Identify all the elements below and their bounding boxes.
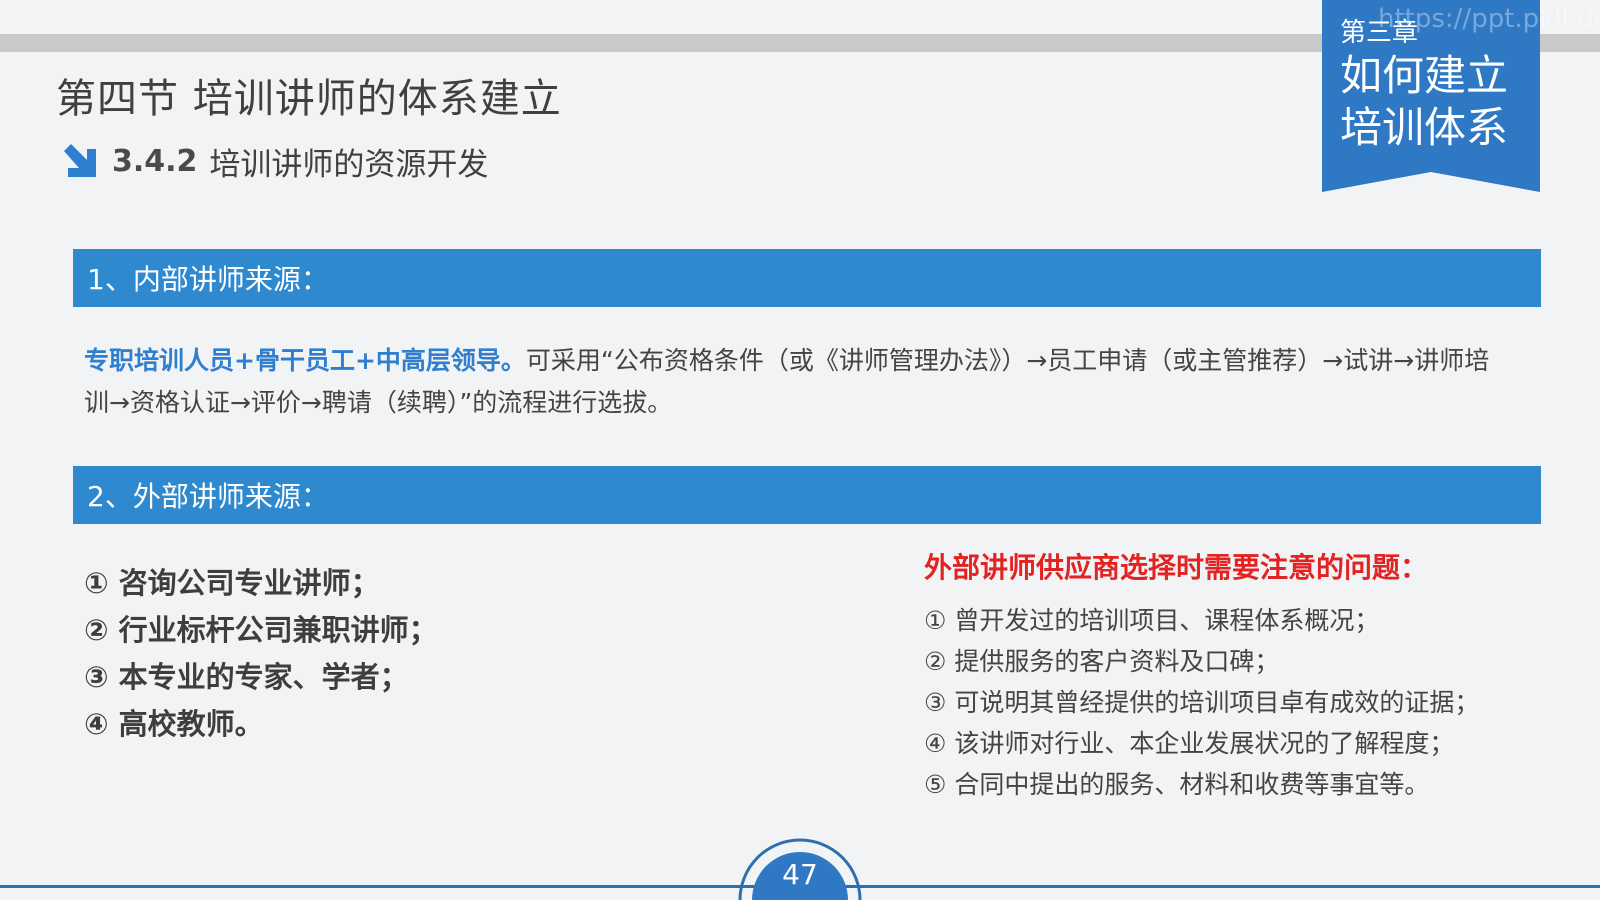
list-item: ④ 该讲师对行业、本企业发展状况的了解程度； <box>924 729 1455 758</box>
subsection-title: 培训讲师的资源开发 <box>209 146 489 183</box>
subsection-heading: 3.4.2 培训讲师的资源开发 <box>60 136 488 186</box>
chapter-label: 第三章 <box>1340 18 1419 48</box>
chapter-banner: https://ppt.pkll.de 第三章 如何建立培训体系 <box>1322 0 1600 192</box>
external-source-heading: 2、外部讲师来源： <box>73 466 1541 524</box>
list-item: ⑤ 合同中提出的服务、材料和收费等事宜等。 <box>924 770 1430 799</box>
internal-source-heading: 1、内部讲师来源： <box>73 249 1541 307</box>
page-number: 47 <box>782 858 818 891</box>
external-source-list: ① 咨询公司专业讲师； ② 行业标杆公司兼职讲师； ③ 本专业的专家、学者； ④… <box>84 560 438 748</box>
chapter-title: 如何建立培训体系 <box>1340 51 1509 152</box>
internal-source-highlight: 专职培训人员+骨干员工+中高层领导。 <box>84 346 526 375</box>
internal-source-paragraph: 专职培训人员+骨干员工+中高层领导。可采用“公布资格条件（或《讲师管理办法》）→… <box>84 340 1514 424</box>
supplier-notice-title: 外部讲师供应商选择时需要注意的问题： <box>924 551 1429 584</box>
list-item: ① 曾开发过的培训项目、课程体系概况； <box>924 606 1380 635</box>
list-item: ② 提供服务的客户资料及口碑； <box>924 647 1280 676</box>
list-item: ① 咨询公司专业讲师； <box>84 566 380 600</box>
list-item: ③ 可说明其曾经提供的培训项目卓有成效的证据； <box>924 688 1480 717</box>
list-item: ② 行业标杆公司兼职讲师； <box>84 613 438 647</box>
section-title: 第四节 培训讲师的体系建立 <box>56 76 562 122</box>
arrow-down-right-icon <box>64 144 96 177</box>
subsection-number: 3.4.2 <box>112 143 198 179</box>
list-item: ④ 高校教师。 <box>84 707 264 741</box>
supplier-notice-list: ① 曾开发过的培训项目、课程体系概况； ② 提供服务的客户资料及口碑； ③ 可说… <box>924 600 1479 805</box>
list-item: ③ 本专业的专家、学者； <box>84 660 409 694</box>
